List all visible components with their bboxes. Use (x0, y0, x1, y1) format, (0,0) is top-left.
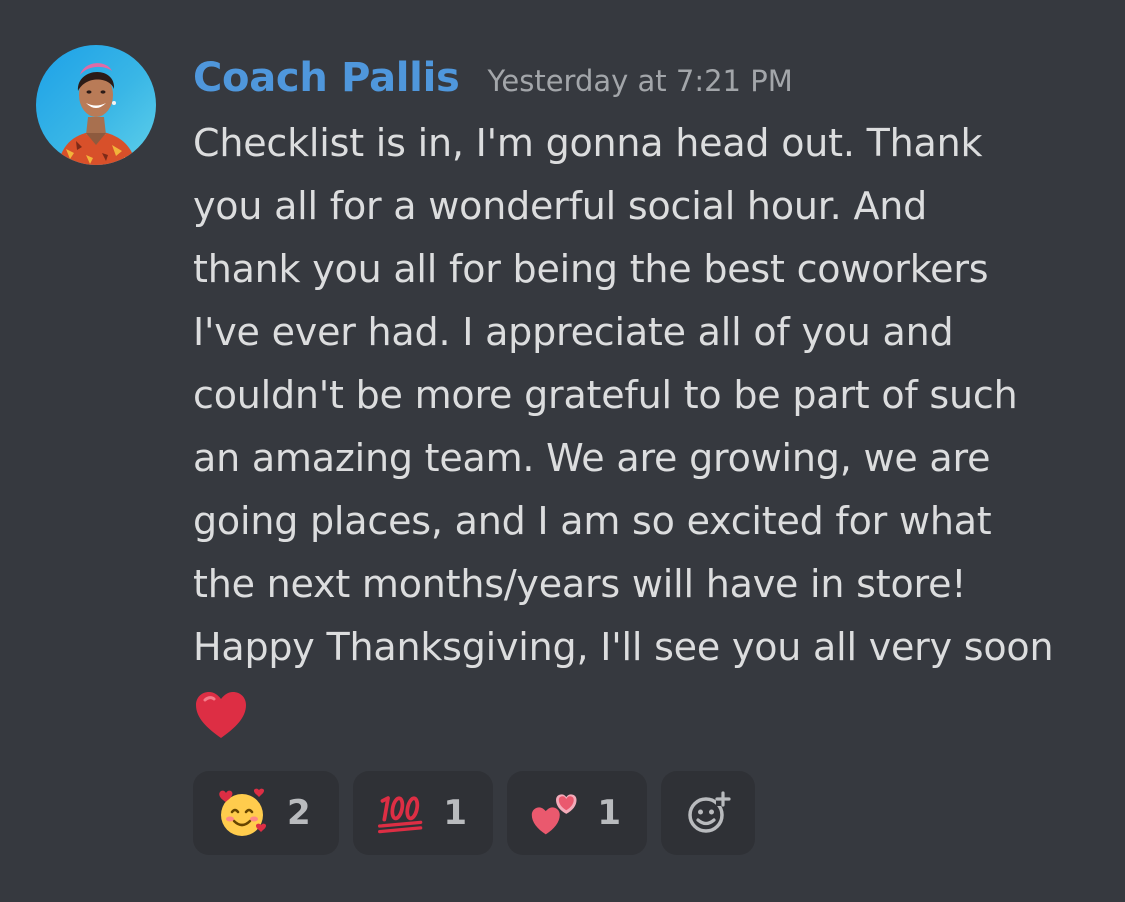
timestamp[interactable]: Yesterday at 7:21 PM (488, 55, 793, 107)
reaction-smiling-face-with-hearts[interactable]: 2 (193, 771, 339, 855)
user-avatar[interactable] (36, 45, 156, 165)
message-line: going places, and I am so excited for wh… (193, 499, 992, 543)
message-line: you all for a wonderful social hour. And (193, 184, 928, 228)
smiling-face-with-hearts-icon (219, 788, 267, 836)
add-reaction-button[interactable] (661, 771, 755, 855)
two-hearts-icon (531, 794, 577, 835)
message-line: I've ever had. I appreciate all of you a… (193, 310, 954, 354)
reaction-count: 1 (443, 793, 467, 833)
chat-message: Coach Pallis Yesterday at 7:21 PM Checkl… (0, 0, 1125, 902)
message-line: couldn't be more grateful to be part of … (193, 373, 1018, 417)
red-heart-emoji-icon (193, 688, 249, 744)
message-header: Coach Pallis Yesterday at 7:21 PM (193, 52, 793, 104)
reaction-hundred-points[interactable]: 1 (353, 771, 493, 855)
message-line: thank you all for being the best coworke… (193, 247, 989, 291)
message-line: an amazing team. We are growing, we are (193, 436, 991, 480)
username[interactable]: Coach Pallis (193, 52, 460, 104)
message-line: Happy Thanksgiving, I'll see you all ver… (193, 625, 1054, 669)
reaction-count: 1 (597, 793, 621, 833)
message-line: the next months/years will have in store… (193, 562, 967, 606)
add-reaction-icon (688, 791, 731, 833)
reaction-count: 2 (287, 793, 311, 833)
reaction-two-hearts[interactable]: 1 (507, 771, 647, 855)
reactions-bar: 2 1 1 (193, 771, 755, 855)
message-content: Checklist is in, I'm gonna head out. Tha… (193, 112, 1103, 679)
hundred-points-icon (378, 796, 423, 834)
message-line: Checklist is in, I'm gonna head out. Tha… (193, 121, 983, 165)
